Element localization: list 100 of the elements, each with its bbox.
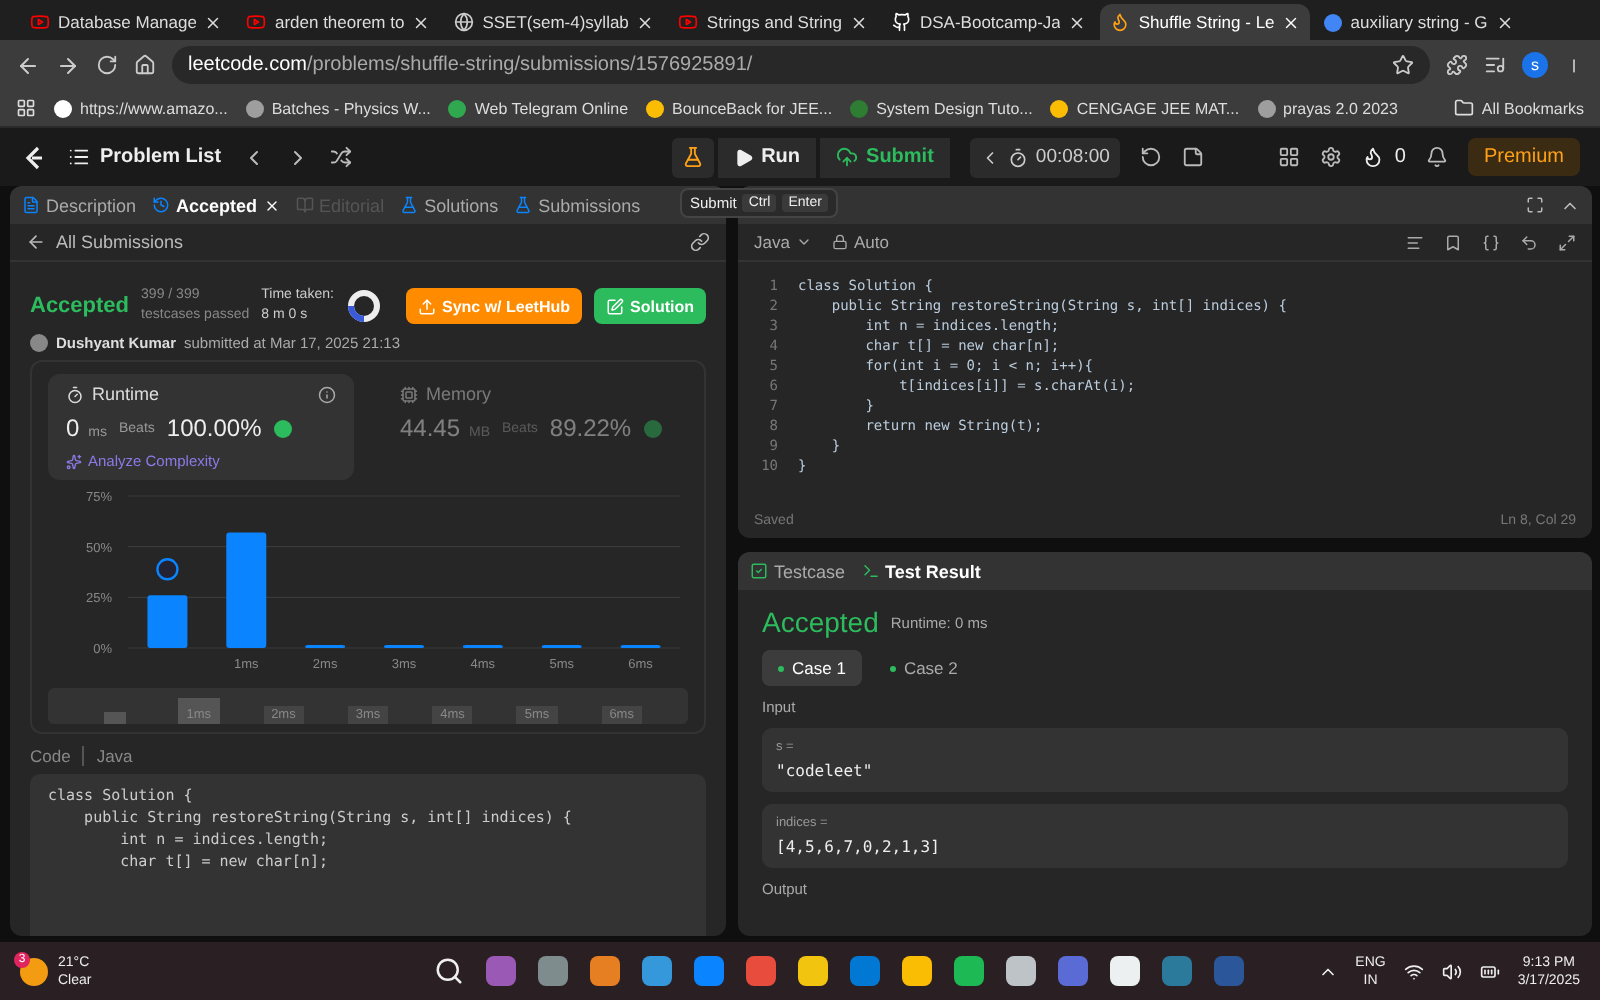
star-icon[interactable] [1392,54,1414,76]
history-icon [152,196,171,214]
expand-icon[interactable] [1558,233,1576,251]
close-icon[interactable] [204,13,223,31]
badge-icon [643,419,662,437]
case-tab[interactable]: Case 1 [762,650,862,686]
apps-icon[interactable] [16,98,36,118]
donut-icon [345,288,382,324]
panel-tab[interactable]: Accepted [152,195,280,215]
browser-tab[interactable]: Database Manage [20,4,233,40]
app-icon[interactable] [953,956,984,986]
language-select[interactable]: Java [754,232,812,252]
globe-icon [454,12,475,32]
address-bar[interactable]: leetcode.com/problems/shuffle-string/submissions/1576925891/ [172,46,1430,84]
mode-toggle[interactable]: Auto [831,232,889,252]
bookmark-link[interactable]: https://www.amazo... [54,99,228,117]
close-icon[interactable] [1495,13,1514,31]
app-icon[interactable] [1109,956,1140,986]
flame-icon [1110,12,1131,32]
battery-icon[interactable] [1479,961,1500,981]
close-icon[interactable] [263,197,280,213]
browser-tab[interactable]: SSET(sem-4)syllab [444,4,665,40]
fullscreen-icon[interactable] [1526,196,1544,214]
media-icon[interactable] [1484,54,1506,76]
case-tab[interactable]: Case 2 [873,650,974,686]
panel-tab[interactable]: Test Result [861,561,981,581]
profile-avatar[interactable]: s [1522,52,1548,78]
panel-tab[interactable]: Testcase [750,561,846,581]
input-value: "codeleet" [776,762,875,780]
timer-icon [1007,147,1028,167]
debug-button[interactable] [671,137,714,177]
browser-tab[interactable]: DSA-Bootcamp-Ja [882,4,1097,40]
avatar-icon [30,334,48,352]
folder-icon [1453,98,1474,118]
chart-bar [147,595,188,648]
chart-bar [226,532,267,648]
browser-tab[interactable]: Shuffle String - Le [1100,4,1311,40]
submit-button[interactable]: Submit [820,137,950,177]
bookmark-link[interactable]: System Design Tuto... [850,99,1033,117]
close-icon[interactable] [1282,13,1301,31]
browser-tab[interactable]: arden theorem to [236,4,441,40]
problem-list-link[interactable]: Problem List [68,146,222,168]
browser-tab[interactable]: Strings and String [668,4,878,40]
extensions-icon[interactable] [1446,54,1468,76]
close-icon[interactable] [412,13,431,31]
bullet-icon [778,665,784,671]
settings-icon[interactable] [1320,146,1343,168]
volume-icon[interactable] [1441,961,1462,981]
bookmarks-folder[interactable]: All Bookmarks [1453,98,1584,118]
code-label: Code [30,746,71,766]
bookmark-link[interactable]: CENGAGE JEE MAT... [1050,99,1240,117]
back-icon[interactable] [16,53,40,77]
premium-button[interactable]: Premium [1467,138,1580,176]
app-icon[interactable] [1005,956,1036,986]
app-icon[interactable] [797,956,828,986]
format-icon[interactable] [1406,233,1424,251]
bookmark-link[interactable]: prayas 2.0 2023 [1257,99,1398,117]
status-text: Accepted [30,294,130,318]
app-icon[interactable] [901,956,932,986]
panel-tab[interactable]: Description [22,195,137,215]
home-icon[interactable] [134,54,156,76]
forward-icon[interactable] [56,53,80,77]
bookmark-icon[interactable] [1444,233,1462,251]
note-icon[interactable] [1181,146,1204,168]
notification-icon[interactable] [1425,146,1448,168]
link-icon[interactable] [690,232,710,252]
back-arrow-icon[interactable] [26,232,46,252]
info-icon[interactable] [318,385,336,403]
youtube-icon [678,12,699,32]
bookmark-link[interactable]: Batches - Physics W... [245,99,431,117]
sparkles-icon [66,453,82,469]
flask-icon [514,196,533,214]
result-status: Accepted [762,606,879,638]
app-icon[interactable] [589,956,620,986]
undo-icon[interactable] [1520,233,1538,251]
bookmark-link[interactable]: Web Telegram Online [448,99,629,117]
document-icon [22,196,40,214]
close-icon[interactable] [850,13,868,31]
bookmark-link[interactable]: BounceBack for JEE... [646,99,833,117]
avatar-marker-icon [156,558,179,581]
reload-icon[interactable] [96,54,118,76]
run-button[interactable]: Run [717,137,817,177]
search-icon[interactable] [433,956,464,986]
browser-tab[interactable]: auxiliary string - G [1314,4,1524,40]
chevron-down-icon [795,234,812,250]
wifi-icon[interactable] [1403,961,1424,981]
panel-tab[interactable]: Solutions [400,195,499,215]
panel-tab[interactable]: Submissions [514,195,641,215]
mini-bar [103,712,126,724]
timer-button[interactable]: 00:08:00 [969,137,1120,177]
streak-counter[interactable]: 0 [1362,146,1406,168]
shuffle-icon[interactable] [329,146,352,168]
braces-icon[interactable] [1482,233,1500,251]
all-submissions-link[interactable]: All Submissions [56,232,184,252]
close-icon[interactable] [1068,13,1087,31]
close-icon[interactable] [636,13,655,31]
reset-icon[interactable] [1139,146,1162,168]
edit-icon [606,297,624,315]
layout-icon[interactable] [1278,146,1301,168]
input-value: [4,5,6,7,0,2,1,3] [776,838,942,856]
